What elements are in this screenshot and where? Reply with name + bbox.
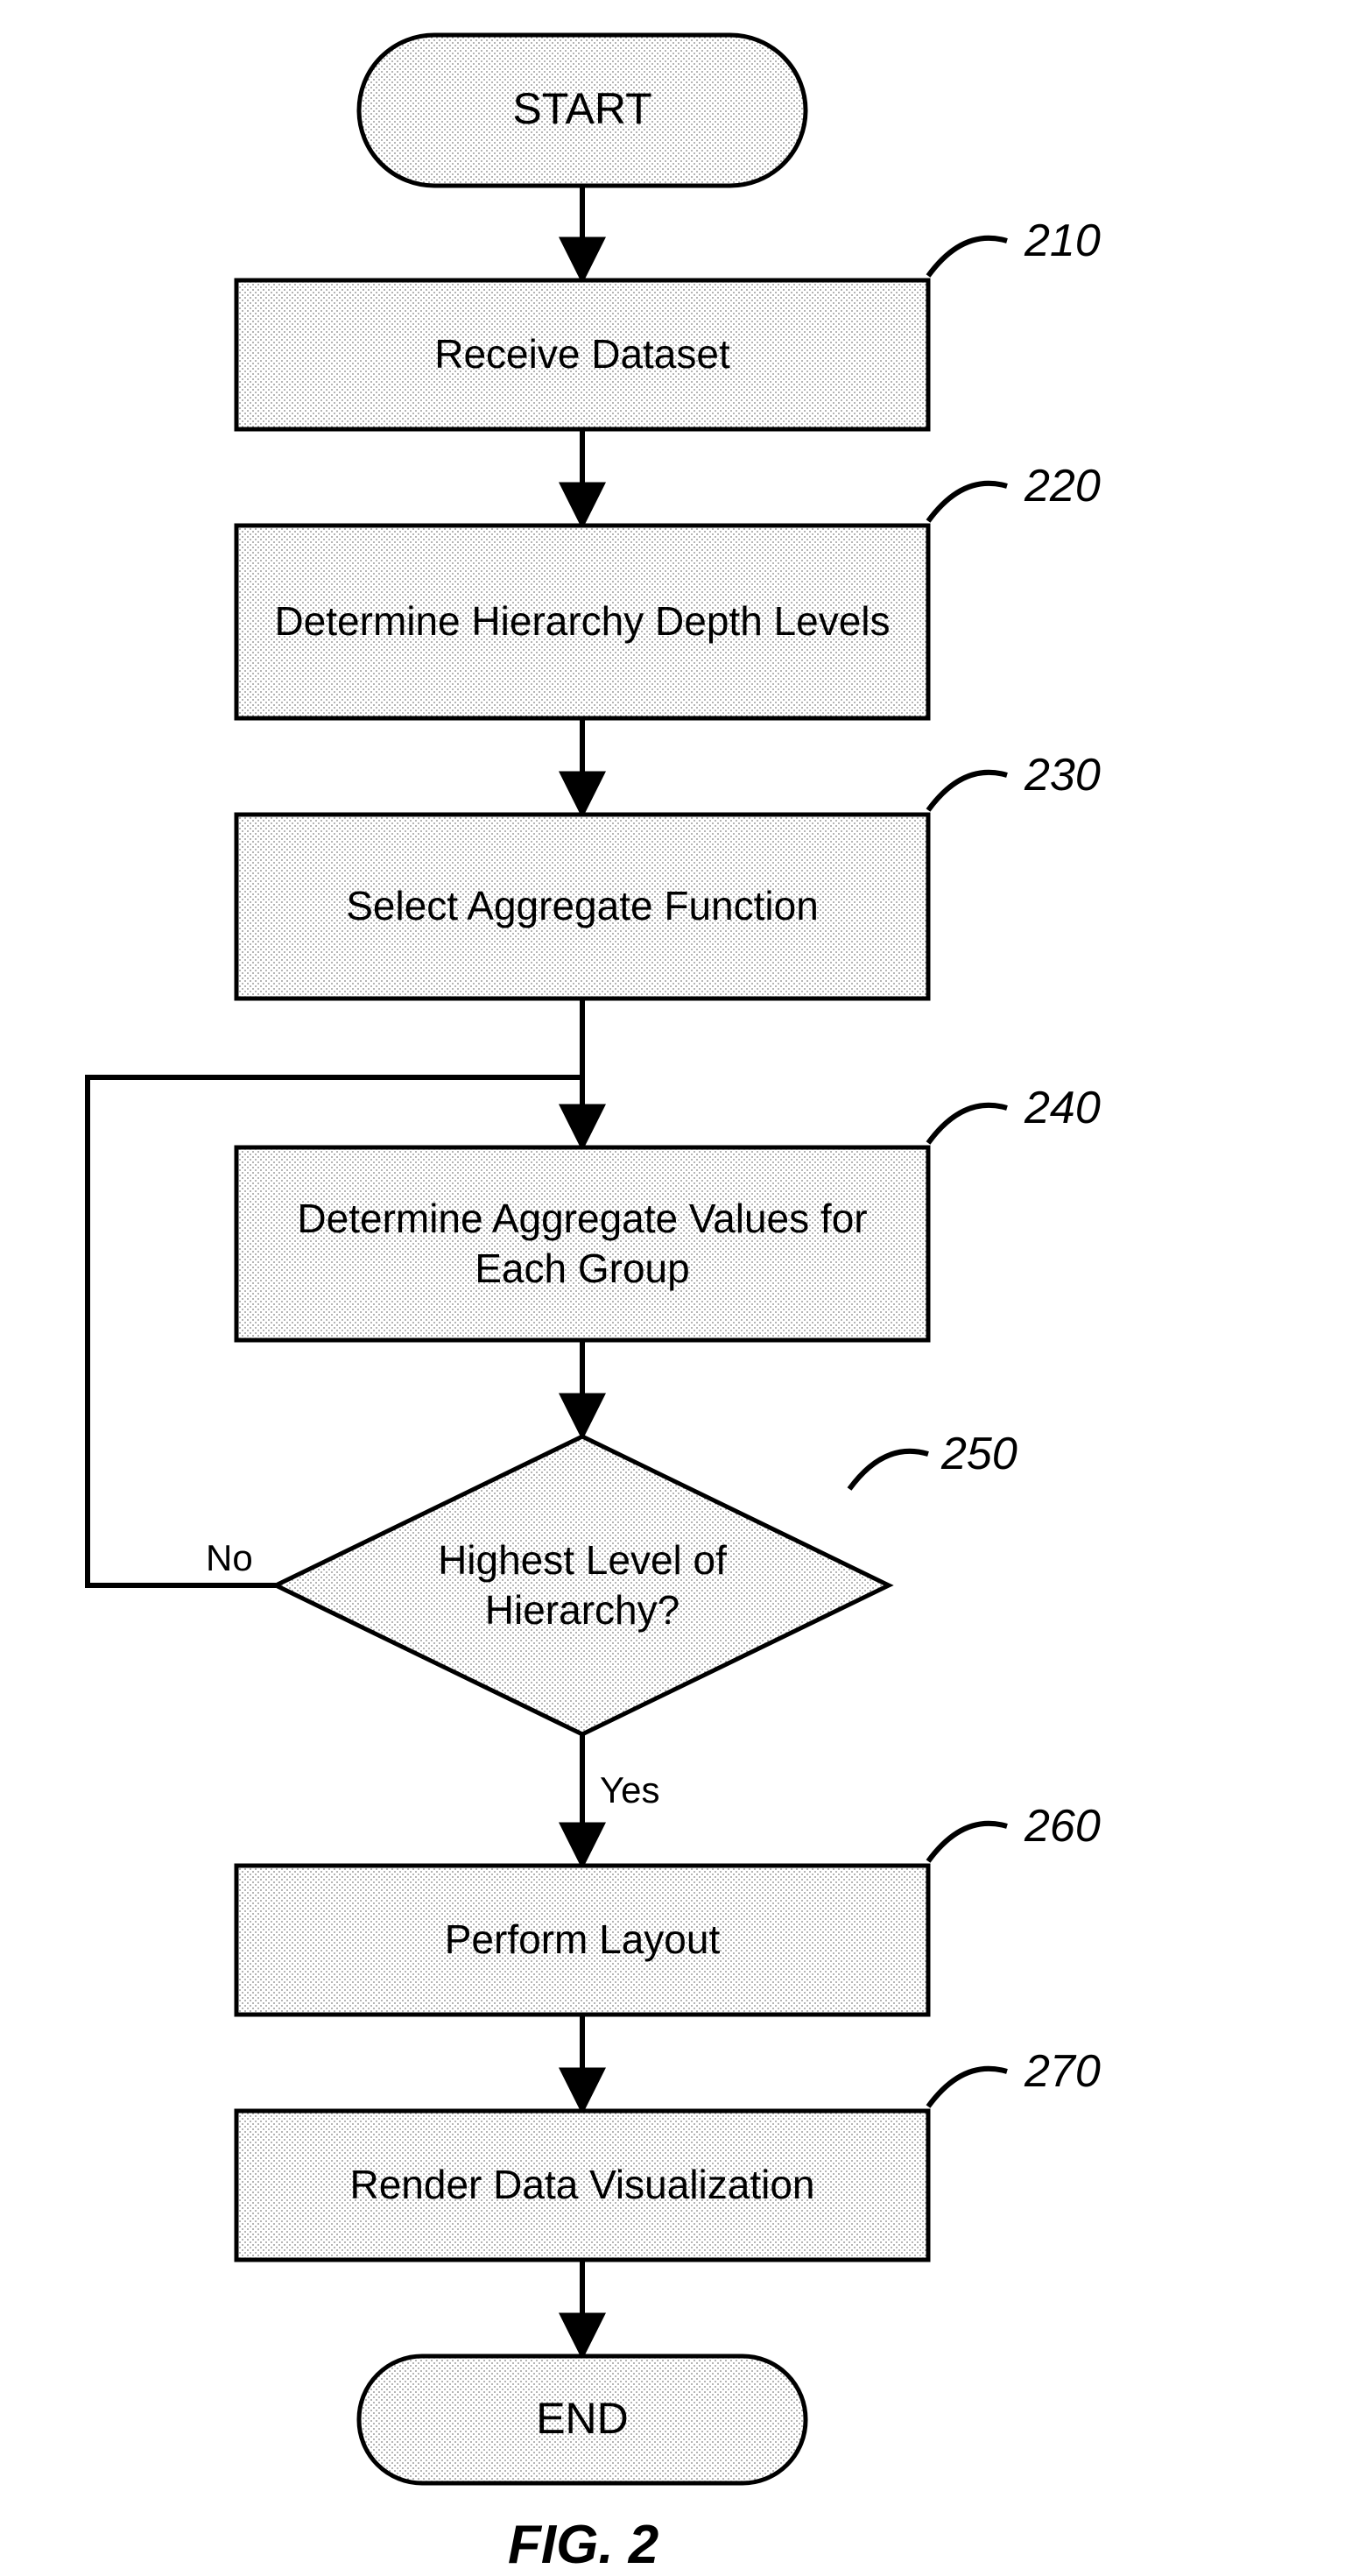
start-terminal: START — [359, 83, 806, 134]
step-210-label: Receive Dataset — [236, 280, 928, 429]
end-terminal: END — [359, 2393, 806, 2444]
step-240-label: Determine Aggregate Values for Each Grou… — [263, 1147, 902, 1340]
step-210-ref: 210 — [1025, 215, 1101, 267]
step-270-label: Render Data Visualization — [236, 2111, 928, 2260]
step-250-ref: 250 — [941, 1428, 1017, 1480]
step-230-label: Select Aggregate Function — [236, 815, 928, 999]
step-240-ref: 240 — [1025, 1082, 1101, 1134]
step-260-label: Perform Layout — [236, 1866, 928, 2015]
step-220-ref: 220 — [1025, 460, 1101, 512]
edge-no-label: No — [206, 1537, 253, 1579]
step-270-ref: 270 — [1025, 2045, 1101, 2098]
figure-caption: FIG. 2 — [508, 2514, 658, 2576]
edge-yes-label: Yes — [600, 1769, 660, 1811]
step-250-label: Highest Level of Hierarchy? — [390, 1507, 775, 1664]
step-230-ref: 230 — [1025, 749, 1101, 801]
step-260-ref: 260 — [1025, 1800, 1101, 1853]
step-220-label: Determine Hierarchy Depth Levels — [263, 526, 902, 718]
